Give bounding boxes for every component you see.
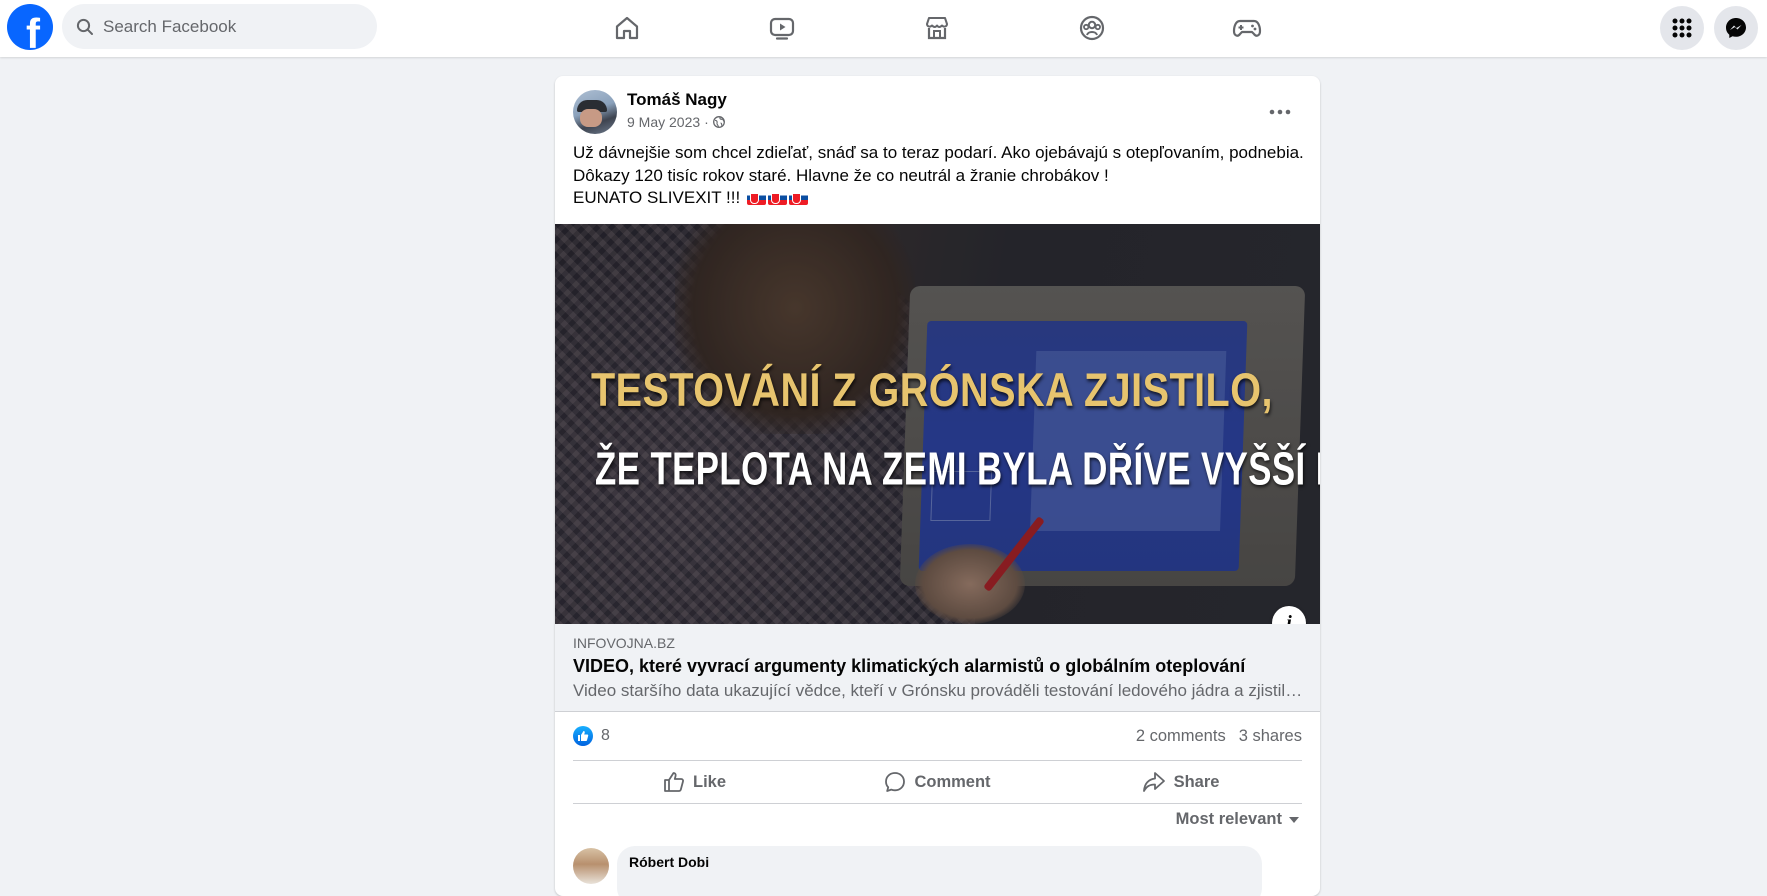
search-icon [76, 18, 93, 35]
nav-home[interactable] [571, 6, 683, 50]
slovakia-flag-icon [767, 191, 787, 205]
menu-button[interactable] [1660, 6, 1704, 50]
comment-button[interactable]: Comment [816, 761, 1059, 803]
link-description: Video staršího data ukazující vědce, kte… [573, 681, 1303, 700]
preview-headline-line2: ŽE TEPLOTA NA ZEMI BYLA DŘÍVE VYŠŠÍ NEŽ … [595, 444, 1320, 495]
link-preview-image[interactable]: TESTOVÁNÍ Z GRÓNSKA ZJISTILO, ŽE TEPLOTA… [555, 224, 1320, 624]
post-card: Tomáš Nagy 9 May 2023 · Už dávnejšie som… [555, 76, 1320, 896]
comment-author[interactable]: Róbert Dobi [629, 854, 1250, 870]
home-icon [615, 16, 639, 40]
comment-sort-dropdown[interactable]: Most relevant [1176, 810, 1300, 829]
link-preview-details[interactable]: INFOVOJNA.BZ VIDEO, které vyvrací argume… [555, 624, 1320, 712]
gaming-icon [1232, 19, 1262, 37]
post-text-line: Už dávnejšie som chcel zdieľať, snáď sa … [573, 143, 1304, 162]
post-date[interactable]: 9 May 2023 [627, 114, 700, 130]
post-action-bar: Like Comment Share [573, 760, 1302, 804]
reactions-summary: 8 2 comments 3 shares [573, 721, 1302, 751]
marketplace-icon [926, 17, 948, 40]
facebook-logo-icon[interactable]: f [7, 4, 53, 50]
share-label: Share [1173, 772, 1220, 791]
video-icon [769, 17, 795, 40]
shares-count[interactable]: 3 shares [1239, 727, 1302, 746]
messenger-icon [1726, 18, 1746, 38]
comments-count[interactable]: 2 comments [1136, 727, 1226, 746]
commenter-avatar[interactable] [573, 848, 609, 884]
messenger-button[interactable] [1714, 6, 1758, 50]
globe-icon[interactable] [712, 116, 725, 128]
nav-marketplace[interactable] [881, 6, 993, 50]
preview-headline-line1: TESTOVÁNÍ Z GRÓNSKA ZJISTILO, [591, 364, 1273, 417]
engagement-stats: 2 comments 3 shares [1136, 727, 1302, 746]
groups-icon [1079, 15, 1105, 41]
search-box[interactable] [62, 4, 377, 49]
thumbs-up-icon [664, 772, 684, 792]
post-options-button[interactable] [1262, 94, 1298, 130]
like-button[interactable]: Like [573, 761, 816, 803]
comment-icon [885, 772, 906, 792]
like-label: Like [692, 772, 727, 791]
slovakia-flag-icon [788, 191, 808, 205]
chevron-down-icon [1289, 816, 1299, 823]
post-text-line-with-flags: EUNATO SLIVEXIT !!! [573, 187, 1303, 210]
post-text: Už dávnejšie som chcel zdieľať, snáď sa … [573, 142, 1304, 210]
top-navigation-bar: f [0, 0, 1767, 57]
author-avatar[interactable] [573, 90, 617, 134]
search-input[interactable] [103, 16, 353, 37]
post-text-line: EUNATO SLIVEXIT !!! [573, 188, 741, 207]
slovakia-flag-icon [746, 191, 766, 205]
post-text-line: Dôkazy 120 tisíc rokov staré. Hlavne že … [573, 165, 1109, 185]
more-horizontal-icon [1269, 109, 1291, 115]
link-title: VIDEO, které vyvrací argumenty klimatick… [573, 656, 1246, 676]
meta-separator: · [704, 114, 709, 130]
nav-video[interactable] [726, 6, 838, 50]
share-icon [1142, 772, 1165, 792]
menu-grid-icon [1672, 18, 1692, 38]
comment-bubble: Róbert Dobi [617, 846, 1262, 896]
post-meta: 9 May 2023 · [627, 114, 725, 130]
sort-label: Most relevant [1175, 810, 1282, 828]
nav-groups[interactable] [1036, 6, 1148, 50]
author-name[interactable]: Tomáš Nagy [627, 90, 727, 110]
reaction-count[interactable]: 8 [601, 727, 610, 745]
share-button[interactable]: Share [1059, 761, 1302, 803]
like-reaction-icon[interactable] [573, 726, 593, 746]
comment-label: Comment [914, 772, 991, 791]
nav-gaming[interactable] [1191, 6, 1303, 50]
link-domain: INFOVOJNA.BZ [573, 635, 675, 651]
